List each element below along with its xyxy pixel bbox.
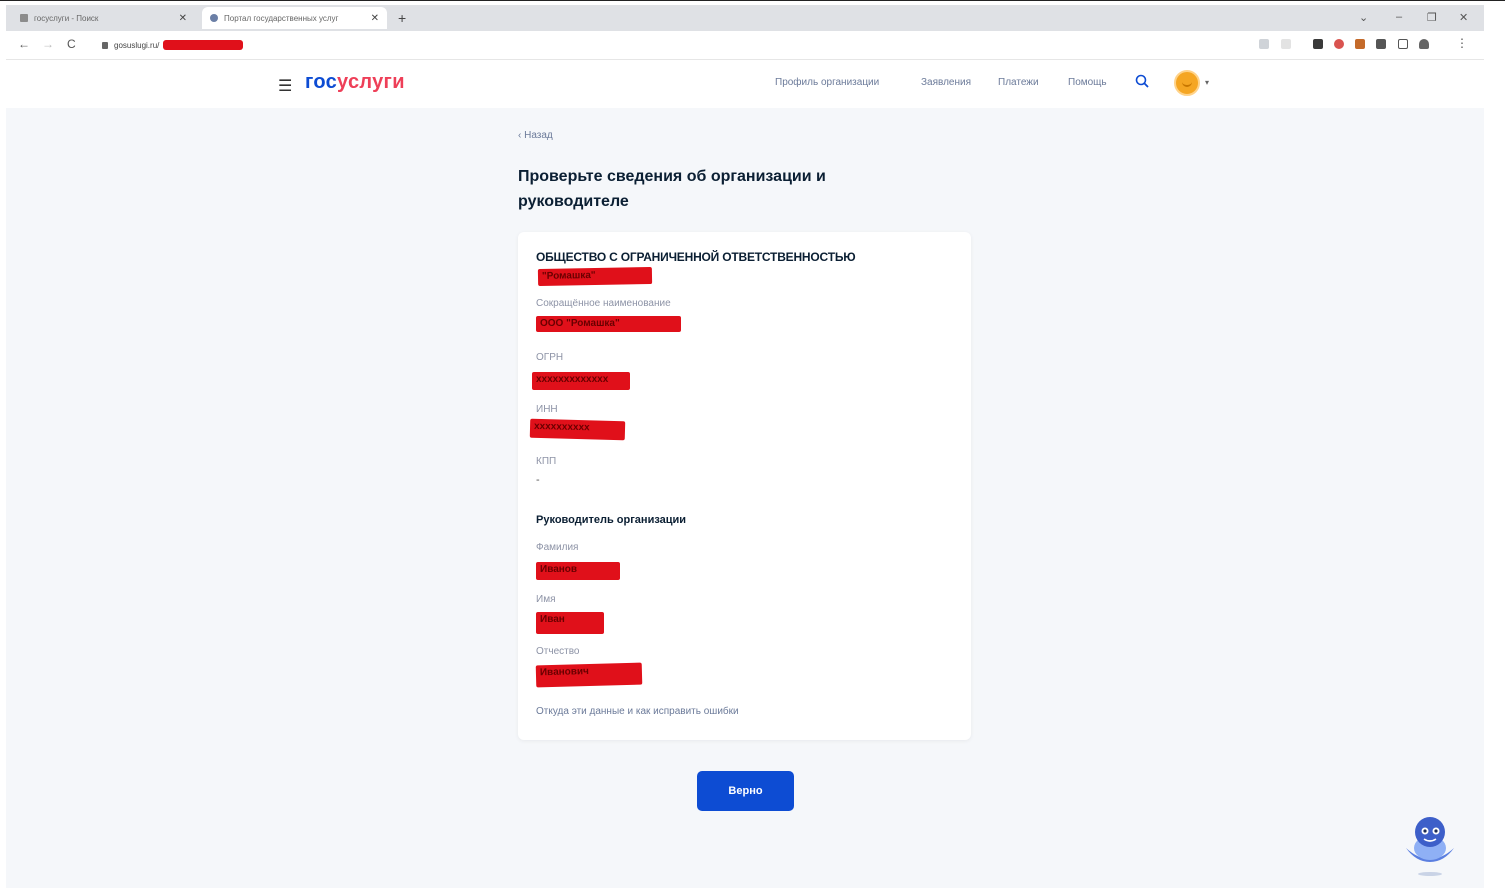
address-bar[interactable]: gosuslugi.ru/: [102, 40, 244, 50]
chat-robot-assistant-icon[interactable]: [1398, 812, 1462, 878]
tab-close-icon[interactable]: ✕: [371, 13, 379, 24]
head-section-title: Руководитель организации: [536, 514, 687, 526]
tab-search-icon[interactable]: ⌄: [1359, 11, 1368, 24]
nav-help[interactable]: Помощь: [1068, 77, 1107, 88]
nav-applications[interactable]: Заявления: [921, 77, 971, 88]
bookmark-star-icon[interactable]: [1281, 39, 1291, 49]
page-title: Проверьте сведения об организации и руко…: [518, 168, 826, 210]
tab-label: Портал государственных услуг: [224, 13, 339, 23]
url-text: gosuslugi.ru/: [114, 40, 160, 50]
tab-close-icon[interactable]: ✕: [179, 13, 187, 24]
share-icon[interactable]: [1259, 39, 1269, 49]
hamburger-menu-icon[interactable]: ☰: [278, 76, 292, 96]
browser-toolbar: ← → C gosuslugi.ru/ ⋮: [6, 31, 1484, 60]
nav-payments[interactable]: Платежи: [998, 77, 1039, 88]
menu-kebab-icon[interactable]: ⋮: [1456, 36, 1468, 50]
forward-arrow-icon[interactable]: →: [42, 37, 54, 51]
new-tab-button[interactable]: +: [398, 10, 406, 26]
name-value: Иван: [536, 612, 604, 634]
gosuslugi-favicon-icon: [210, 14, 218, 22]
gosuslugi-logo[interactable]: госуслуги: [305, 71, 405, 94]
extension-icon[interactable]: [1313, 39, 1323, 49]
browser-tab-bar: госуслуги - Поиск ✕ Портал государственн…: [6, 5, 1484, 31]
data-source-help-link[interactable]: Откуда эти данные и как исправить ошибки: [536, 706, 739, 717]
browser-tab-active[interactable]: Портал государственных услуг ✕: [202, 7, 387, 29]
tab-label: госуслуги - Поиск: [34, 13, 99, 23]
kpp-value: -: [536, 474, 540, 486]
lock-icon: [102, 41, 108, 49]
puzzle-icon[interactable]: [1376, 39, 1386, 49]
extension-icon[interactable]: [1334, 39, 1344, 49]
chevron-down-icon[interactable]: ▾: [1205, 78, 1209, 87]
search-favicon-icon: [20, 14, 28, 22]
org-full-name: ОБЩЕСТВО С ОГРАНИЧЕННОЙ ОТВЕТСТВЕННОСТЬЮ: [536, 250, 856, 264]
sidebar-icon[interactable]: [1398, 39, 1408, 49]
back-link[interactable]: ‹ Назад: [518, 130, 553, 141]
short-name-label: Сокращённое наименование: [536, 298, 671, 309]
ogrn-label: ОГРН: [536, 352, 564, 363]
extension-icon[interactable]: [1355, 39, 1365, 49]
kpp-label: КПП: [536, 456, 557, 467]
org-name-redaction: "Ромашка": [537, 267, 653, 286]
back-arrow-icon[interactable]: ←: [18, 37, 30, 51]
search-icon[interactable]: [1135, 74, 1149, 88]
logo-part-gos: гос: [305, 71, 338, 93]
profile-icon[interactable]: [1419, 39, 1429, 49]
patronymic-value: Иванович: [535, 662, 643, 688]
url-redaction: [163, 40, 244, 50]
nav-org-profile[interactable]: Профиль организации: [775, 77, 879, 88]
logo-part-uslugi: услуги: [337, 71, 405, 93]
inn-value: хххххххххх: [529, 418, 626, 441]
reload-icon[interactable]: C: [67, 37, 76, 51]
confirm-button[interactable]: Верно: [697, 771, 794, 811]
top-rule: [0, 0, 1505, 4]
minimize-button[interactable]: –: [1396, 11, 1402, 23]
ogrn-value: ххххххххххххх: [532, 372, 630, 390]
patronymic-label: Отчество: [536, 646, 580, 657]
site-header: ☰ госуслуги Профиль организации Заявлени…: [6, 60, 1484, 108]
inn-label: ИНН: [536, 404, 558, 415]
browser-tab-inactive[interactable]: госуслуги - Поиск ✕: [20, 7, 195, 29]
top-rule-tick: [1493, 0, 1505, 5]
short-name-value: ООО "Ромашка": [536, 316, 681, 332]
surname-value: Иванов: [536, 562, 620, 580]
organization-card: ОБЩЕСТВО С ОГРАНИЧЕННОЙ ОТВЕТСТВЕННОСТЬЮ…: [518, 232, 971, 740]
surname-label: Фамилия: [536, 542, 579, 553]
avatar[interactable]: [1174, 70, 1200, 96]
close-window-button[interactable]: ✕: [1459, 11, 1468, 24]
restore-button[interactable]: ❐: [1427, 11, 1437, 24]
name-label: Имя: [536, 594, 556, 605]
page: ☰ госуслуги Профиль организации Заявлени…: [6, 60, 1484, 888]
